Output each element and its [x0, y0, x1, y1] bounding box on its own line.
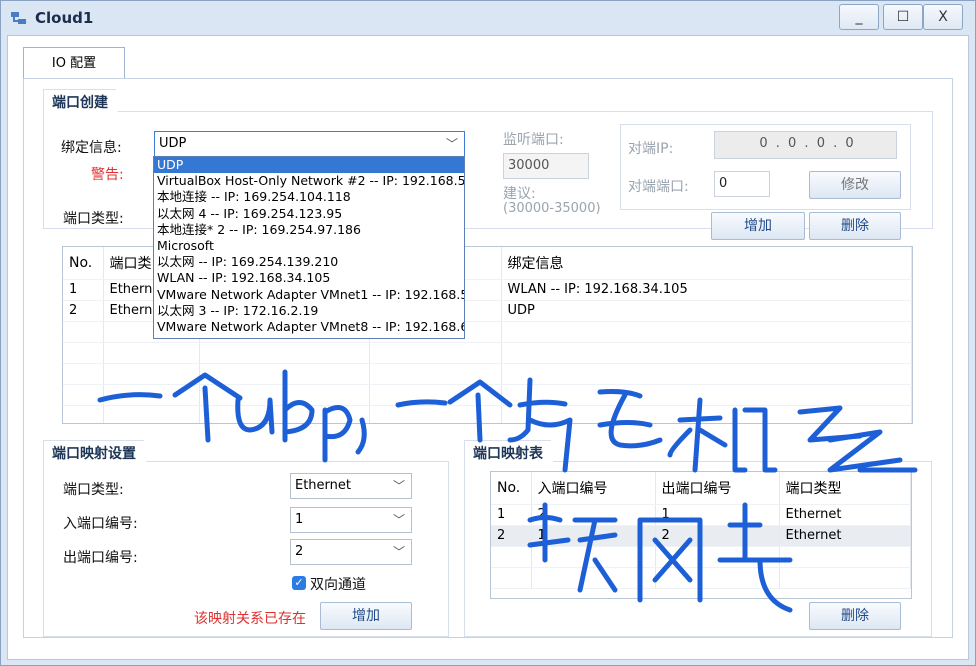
in-port-label: 入端口编号:: [63, 516, 138, 532]
col-out-port: 出端口编号: [655, 472, 780, 505]
modify-button[interactable]: 修改: [809, 171, 901, 199]
listen-port-label: 监听端口:: [503, 132, 564, 148]
cell: 2: [491, 525, 532, 547]
maximize-button[interactable]: ☐: [883, 4, 923, 30]
in-port-value: 1: [295, 512, 304, 527]
peer-port-label: 对端端口:: [628, 179, 689, 195]
col-bind-info: 绑定信息: [501, 247, 912, 280]
cell: 2: [63, 300, 104, 322]
dropdown-option[interactable]: UDP: [154, 157, 464, 174]
cell: 2: [531, 504, 656, 526]
bidirectional-label: 双向通道: [310, 577, 366, 593]
peer-port-input[interactable]: 0: [714, 171, 770, 197]
cell: 2: [655, 525, 780, 547]
col-port-type: 端口类型: [779, 472, 911, 505]
col-in-port: 入端口编号: [531, 472, 656, 505]
minimize-button[interactable]: _: [839, 4, 879, 30]
cell: WLAN -- IP: 192.168.34.105: [501, 279, 912, 301]
chevron-down-icon: ﹀: [392, 479, 405, 493]
chevron-down-icon: ﹀: [392, 513, 405, 527]
bind-info-label: 绑定信息:: [61, 140, 122, 156]
mapping-exists-message: 该映射关系已存在: [194, 611, 306, 627]
out-port-select[interactable]: 2 ﹀: [290, 539, 412, 565]
table-row[interactable]: 1 2 1 Ethernet: [491, 504, 911, 526]
mapping-table: No. 入端口编号 出端口编号 端口类型 1 2 1 Ethernet 2 1 …: [490, 471, 912, 599]
mapping-table-title: 端口映射表: [464, 440, 565, 465]
cell: Ethernet: [779, 504, 911, 526]
peer-ip-label: 对端IP:: [628, 141, 674, 157]
table-row-empty: [491, 567, 911, 589]
tab-io-config[interactable]: IO 配置: [23, 47, 125, 79]
title-bar[interactable]: Cloud1 _ ☐ X: [1, 1, 975, 35]
table-row-empty: [63, 405, 912, 423]
dropdown-option[interactable]: VMware Network Adapter VMnet8 -- IP: 192…: [154, 319, 464, 335]
dropdown-option[interactable]: 以太网 -- IP: 169.254.139.210: [154, 254, 464, 270]
out-port-value: 2: [295, 544, 304, 559]
close-button[interactable]: X: [923, 4, 963, 30]
table-header-row: No. 入端口编号 出端口编号 端口类型: [491, 472, 911, 505]
app-window: Cloud1 _ ☐ X IO 配置 端口创建 绑定信息: UDP ﹀ 警告: …: [0, 0, 976, 666]
suggest-label: 建议:: [503, 186, 536, 202]
dropdown-option[interactable]: 以太网 4 -- IP: 169.254.123.95: [154, 206, 464, 222]
bind-info-dropdown[interactable]: UDP VirtualBox Host-Only Network #2 -- I…: [153, 156, 465, 339]
add-mapping-button[interactable]: 增加: [320, 602, 412, 630]
dropdown-option[interactable]: VirtualBox Host-Only Network #2 -- IP: 1…: [154, 173, 464, 189]
bind-info-value: UDP: [159, 136, 187, 151]
cell: Ethernet: [779, 525, 911, 547]
out-port-label: 出端口编号:: [63, 550, 138, 566]
port-type-label: 端口类型:: [63, 211, 124, 227]
cell: 1: [531, 525, 656, 547]
map-port-type-value: Ethernet: [295, 478, 351, 493]
warning-label: 警告:: [91, 167, 124, 183]
table-row-empty: [63, 384, 912, 406]
in-port-select[interactable]: 1 ﹀: [290, 507, 412, 533]
peer-ip-input[interactable]: 0 . 0 . 0 . 0: [714, 131, 897, 159]
listen-port-input[interactable]: 30000: [503, 153, 589, 179]
chevron-down-icon: ﹀: [445, 137, 458, 151]
add-port-button[interactable]: 增加: [711, 212, 805, 240]
mapping-settings-title: 端口映射设置: [43, 440, 158, 465]
table-row-empty: [63, 342, 912, 364]
cloud-app-icon: [11, 12, 26, 24]
delete-mapping-button[interactable]: 删除: [809, 602, 901, 630]
delete-port-button[interactable]: 删除: [809, 212, 901, 240]
suggest-range: (30000-35000): [503, 201, 601, 216]
dropdown-option[interactable]: WLAN -- IP: 192.168.34.105: [154, 270, 464, 286]
col-no: No.: [63, 247, 104, 280]
cell: 1: [63, 279, 104, 301]
dropdown-option[interactable]: 以太网 3 -- IP: 172.16.2.19: [154, 303, 464, 319]
chevron-down-icon: ﹀: [392, 545, 405, 559]
col-no: No.: [491, 472, 532, 505]
table-row-empty: [491, 546, 911, 568]
table-row-empty: [63, 363, 912, 385]
dropdown-option[interactable]: VMware Network Adapter VMnet1 -- IP: 192…: [154, 287, 464, 303]
table-row[interactable]: 2 1 2 Ethernet: [491, 525, 911, 547]
dropdown-option[interactable]: Microsoft: [154, 238, 464, 254]
bidirectional-checkbox[interactable]: ✓: [292, 576, 306, 590]
dropdown-option[interactable]: 本地连接 -- IP: 169.254.104.118: [154, 189, 464, 205]
cell: 1: [655, 504, 780, 526]
cell: 1: [491, 504, 532, 526]
dropdown-option[interactable]: 本地连接* 2 -- IP: 169.254.97.186: [154, 222, 464, 238]
map-port-type-label: 端口类型:: [63, 482, 124, 498]
cell: UDP: [501, 300, 912, 322]
bind-info-select[interactable]: UDP ﹀: [154, 131, 465, 157]
port-create-title: 端口创建: [43, 89, 130, 114]
window-title: Cloud1: [35, 9, 94, 27]
map-port-type-select[interactable]: Ethernet ﹀: [290, 473, 412, 499]
